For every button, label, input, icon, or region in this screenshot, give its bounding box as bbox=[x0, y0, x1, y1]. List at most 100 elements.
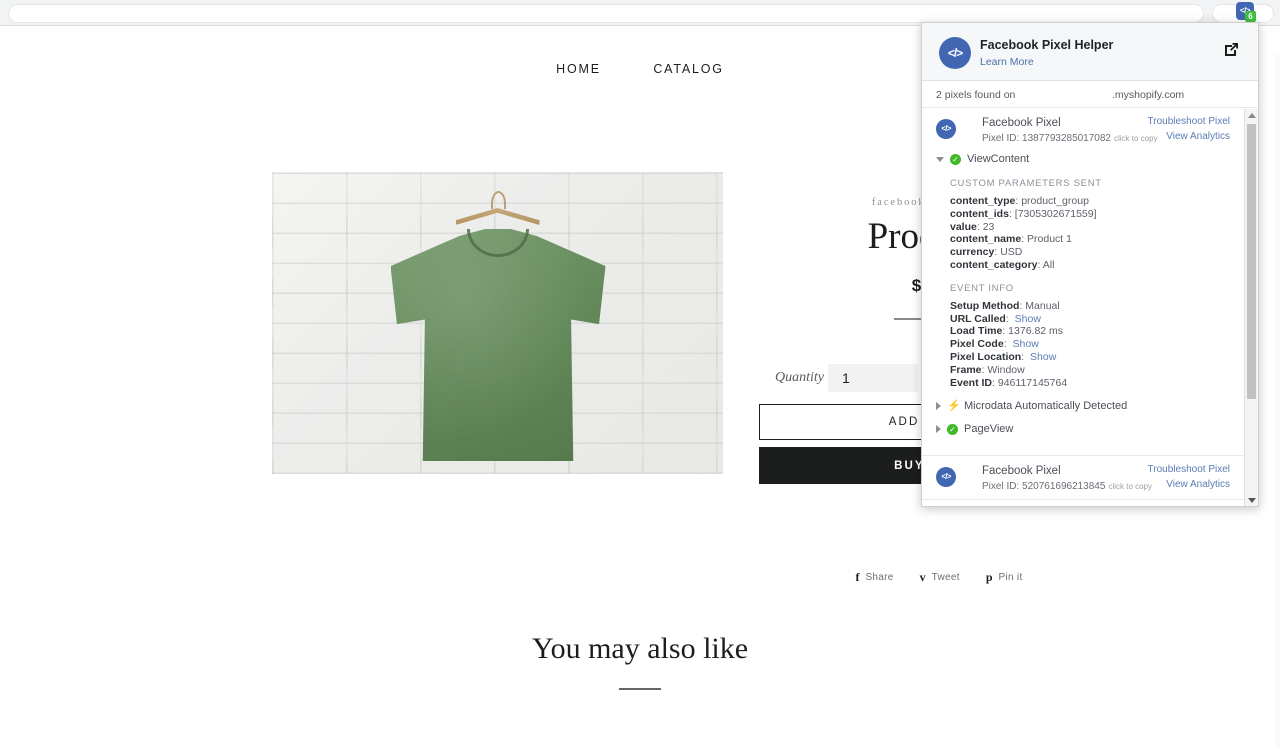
facebook-pixel-helper-logo-icon: </> bbox=[939, 37, 971, 69]
pixel-id-text: Pixel ID: 1387793285017082 bbox=[982, 133, 1111, 144]
pixel-id: Pixel ID: 1387793285017082 click to copy bbox=[982, 133, 1158, 144]
pixel-name: Facebook Pixel bbox=[982, 465, 1061, 478]
pixels-found-domain: .myshopify.com bbox=[1112, 89, 1185, 101]
view-analytics-link[interactable]: View Analytics bbox=[1166, 131, 1230, 142]
param-key: content_category bbox=[950, 258, 1038, 271]
pixels-found-row: 2 pixels found on .myshopify.com bbox=[922, 81, 1258, 108]
param-value: All bbox=[1042, 258, 1055, 271]
event-info-key: Load Time bbox=[950, 325, 1003, 338]
popup-scrollbar[interactable] bbox=[1244, 109, 1258, 506]
event-info-list: Setup Method: Manual URL Called: Show Lo… bbox=[950, 300, 1258, 390]
param-key: content_ids bbox=[950, 207, 1009, 220]
view-analytics-link[interactable]: View Analytics bbox=[1166, 479, 1230, 490]
param-key: content_type bbox=[950, 195, 1016, 207]
extension-badge-count: 6 bbox=[1245, 11, 1256, 22]
event-info-value: 946117145764 bbox=[997, 376, 1068, 389]
chevron-right-icon bbox=[936, 402, 941, 411]
social-share-row: f Share ᴠ Tweet р Pin it bbox=[759, 567, 1119, 587]
scroll-up-arrow-icon[interactable] bbox=[1248, 113, 1256, 118]
scroll-down-arrow-icon[interactable] bbox=[1248, 498, 1256, 503]
param-row: content_type: product_group bbox=[950, 195, 1089, 207]
external-link-icon[interactable] bbox=[1223, 41, 1240, 58]
show-link[interactable]: Show bbox=[1015, 313, 1041, 325]
address-bar[interactable] bbox=[8, 4, 1204, 23]
custom-parameters-heading: CUSTOM PARAMETERS SENT bbox=[950, 178, 1102, 189]
check-circle-icon: ✓ bbox=[950, 153, 961, 165]
click-to-copy-label[interactable]: click to copy bbox=[1114, 134, 1158, 143]
quantity-label: Quantity bbox=[775, 370, 824, 385]
popup-scroll-area: </> Facebook Pixel Pixel ID: 13877932850… bbox=[922, 108, 1258, 506]
custom-parameters-list: content_type: product_group content_ids:… bbox=[950, 195, 1258, 272]
bolt-icon: ⚡ bbox=[947, 399, 961, 412]
event-info-row: Event ID: 946117145764 bbox=[950, 376, 1068, 389]
pixel-id-text: Pixel ID: 520761696213845 bbox=[982, 481, 1106, 493]
param-value: USD bbox=[1000, 246, 1023, 259]
param-key: value bbox=[950, 220, 977, 233]
page-scrollbar[interactable] bbox=[1275, 54, 1280, 747]
event-info-row: Frame: Window bbox=[950, 363, 1025, 376]
event-info-key: Setup Method bbox=[950, 299, 1020, 312]
related-products-heading: You may also like bbox=[531, 632, 749, 665]
popup-header: </> Facebook Pixel Helper Learn More bbox=[922, 23, 1258, 81]
pixel-id: Pixel ID: 520761696213845 click to copy bbox=[982, 481, 1152, 492]
event-info-row: Setup Method: Manual bbox=[950, 299, 1060, 312]
share-pinterest[interactable]: р Pin it bbox=[986, 571, 1023, 583]
pixel-helper-extension-button[interactable]: </> 6 bbox=[1236, 2, 1258, 24]
event-info-row: Pixel Location: Show bbox=[950, 350, 1057, 363]
event-info-key: Event ID bbox=[950, 376, 993, 389]
event-info-key: Pixel Location bbox=[950, 350, 1022, 363]
show-link[interactable]: Show bbox=[1030, 351, 1056, 363]
click-to-copy-label[interactable]: click to copy bbox=[1108, 482, 1152, 491]
param-key: content_name bbox=[950, 233, 1022, 246]
popup-title: Facebook Pixel Helper bbox=[980, 38, 1114, 52]
facebook-icon: f bbox=[855, 570, 860, 584]
hanger-hook-icon bbox=[490, 191, 506, 209]
learn-more-link[interactable]: Learn More bbox=[980, 56, 1034, 68]
share-pinterest-label: Pin it bbox=[998, 571, 1023, 583]
nav-home[interactable]: Home bbox=[556, 62, 601, 76]
pixel-logo-icon: </> bbox=[936, 467, 956, 488]
troubleshoot-pixel-link[interactable]: Troubleshoot Pixel bbox=[1148, 464, 1230, 475]
row-pageview[interactable]: ✓ PageView bbox=[936, 422, 1258, 436]
param-row: currency: USD bbox=[950, 246, 1023, 259]
pixel-logo-icon: </> bbox=[936, 119, 956, 139]
share-twitter[interactable]: ᴠ Tweet bbox=[920, 571, 960, 583]
event-info-row: Load Time: 1376.82 ms bbox=[950, 325, 1064, 338]
param-row: value: 23 bbox=[950, 220, 995, 233]
event-info-heading: EVENT INFO bbox=[950, 282, 1014, 294]
microdata-label: Microdata Automatically Detected bbox=[964, 400, 1128, 413]
event-info-row: URL Called: Show bbox=[950, 312, 1041, 325]
product-image[interactable] bbox=[272, 172, 723, 474]
share-facebook[interactable]: f Share bbox=[855, 571, 893, 583]
row-microdata-detected[interactable]: ⚡ Microdata Automatically Detected bbox=[936, 399, 1258, 413]
event-info-value: Window bbox=[987, 363, 1025, 376]
pixel-block: </> Facebook Pixel Pixel ID: 52076169621… bbox=[922, 456, 1258, 501]
show-link[interactable]: Show bbox=[1013, 338, 1039, 350]
param-row: content_ids: [7305302671559] bbox=[950, 207, 1097, 220]
event-info-key: Frame bbox=[950, 363, 982, 376]
event-name: ViewContent bbox=[967, 153, 1030, 165]
event-row-viewcontent[interactable]: ✓ ViewContent bbox=[936, 151, 1258, 167]
share-facebook-label: Share bbox=[865, 571, 894, 583]
event-info-row: Pixel Code: Show bbox=[950, 338, 1039, 351]
param-row: content_category: All bbox=[950, 258, 1055, 271]
troubleshoot-pixel-link[interactable]: Troubleshoot Pixel bbox=[1148, 116, 1230, 127]
event-info-value: 1376.82 ms bbox=[1008, 325, 1064, 338]
chevron-right-icon bbox=[936, 425, 941, 434]
detected-rows: ⚡ Microdata Automatically Detected ✓ Pag… bbox=[922, 399, 1258, 436]
quantity-input[interactable] bbox=[828, 364, 918, 392]
event-info-value: Manual bbox=[1025, 299, 1060, 312]
param-value: Product 1 bbox=[1027, 233, 1072, 246]
param-value: [7305302671559] bbox=[1014, 207, 1097, 220]
pixel-block: </> Facebook Pixel Pixel ID: 13877932850… bbox=[922, 108, 1258, 457]
param-value: 23 bbox=[982, 220, 995, 233]
pageview-label: PageView bbox=[964, 423, 1014, 436]
pixel-name: Facebook Pixel bbox=[982, 117, 1061, 129]
nav-catalog[interactable]: Catalog bbox=[653, 62, 723, 76]
param-key: currency bbox=[950, 246, 995, 259]
event-info-key: URL Called bbox=[950, 312, 1006, 325]
pixels-found-label: 2 pixels found on bbox=[936, 89, 1016, 101]
param-row: content_name: Product 1 bbox=[950, 233, 1072, 246]
scrollbar-thumb[interactable] bbox=[1247, 124, 1256, 399]
twitter-icon: ᴠ bbox=[919, 570, 926, 584]
